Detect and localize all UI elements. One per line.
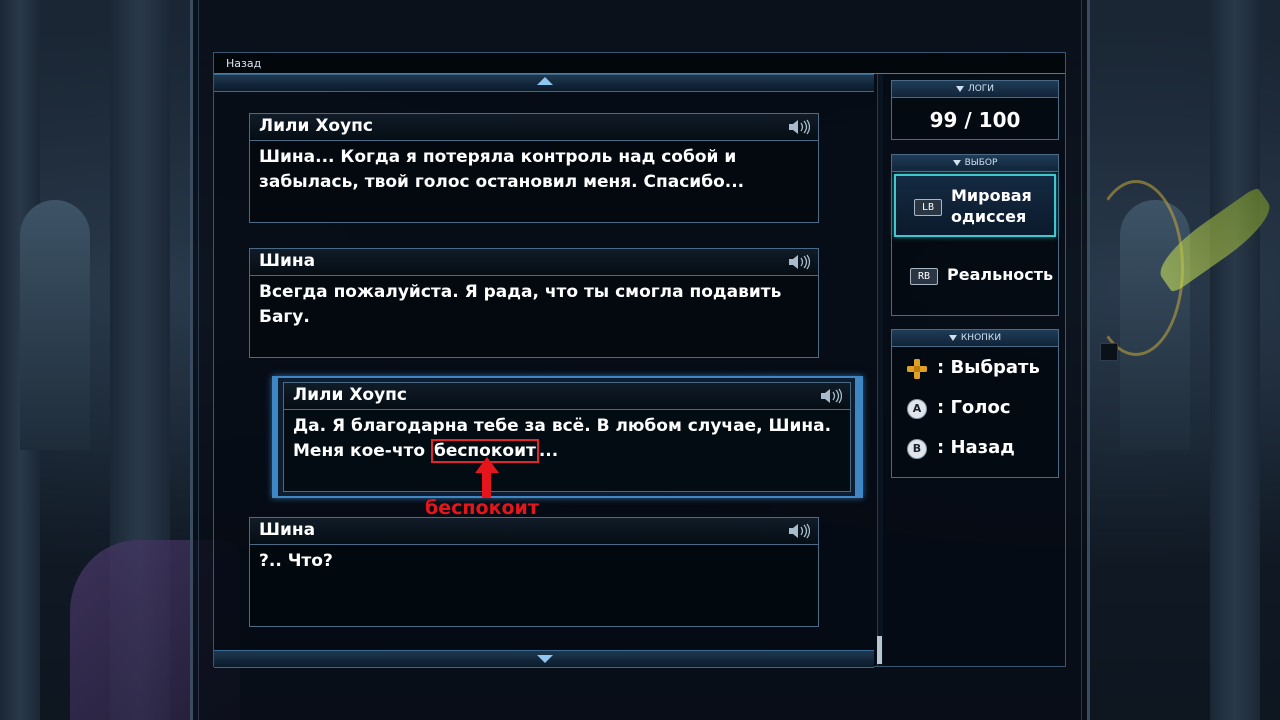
choices-header: ВЫБОР xyxy=(892,155,1058,172)
voice-speaker-icon[interactable] xyxy=(788,119,810,135)
scrollbar-thumb[interactable] xyxy=(877,636,882,664)
control-voice: A : Голос xyxy=(892,389,1058,429)
background-square xyxy=(1100,343,1118,361)
choices-box: ВЫБОР LB Мировая одиссея RB Реальность xyxy=(891,154,1059,316)
logs-box: ЛОГИ 99 / 100 xyxy=(891,80,1059,140)
background-window xyxy=(20,200,90,450)
selected-frame-edge xyxy=(855,376,863,498)
controls-header: КНОПКИ xyxy=(892,330,1058,347)
lb-button-icon: LB xyxy=(914,199,942,216)
a-button-icon: A xyxy=(907,399,927,419)
speaker-name: Шина xyxy=(259,520,316,540)
logs-count: 99 / 100 xyxy=(929,108,1021,132)
triangle-down-icon xyxy=(952,159,961,166)
arrow-up-icon[interactable] xyxy=(537,77,553,85)
dialogue-line: ?.. Что? xyxy=(259,551,333,571)
control-label: : Выбрать xyxy=(937,357,1040,378)
selected-frame-edge xyxy=(272,376,278,498)
controls-box: КНОПКИ : Выбрать A : Голос B : Назад xyxy=(891,329,1059,478)
logs-header: ЛОГИ xyxy=(892,81,1058,98)
dialogue-line: Всегда пожалуйста. Я рада, что ты смогла… xyxy=(259,282,782,302)
control-label: : Голос xyxy=(937,397,1011,418)
voice-speaker-icon[interactable] xyxy=(788,523,810,539)
log-entry[interactable]: Шина Всегда пожалуйста. Я рада, что ты с… xyxy=(249,248,819,358)
speaker-name: Лили Хоупс xyxy=(293,385,408,405)
annotation-label: беспокоит xyxy=(425,497,539,519)
choice-reality[interactable]: RB Реальность xyxy=(892,239,1058,304)
speaker-name: Шина xyxy=(259,251,316,271)
dialogue-fragment: ... xyxy=(538,441,559,461)
dialogue-text: Шина... Когда я потеряла контроль над со… xyxy=(250,141,818,199)
choice-label: Реальность xyxy=(947,265,1054,284)
log-entry-selected[interactable]: Лили Хоупс Да. Я благодарна тебе за всё.… xyxy=(283,382,851,492)
logs-title: ЛОГИ xyxy=(967,84,995,94)
speaker-name: Лили Хоупс xyxy=(259,116,374,136)
speaker-bar: Шина xyxy=(250,518,818,545)
speaker-bar: Шина xyxy=(250,249,818,276)
dialogue-text: Да. Я благодарна тебе за всё. В любом сл… xyxy=(284,410,850,468)
voice-speaker-icon[interactable] xyxy=(788,254,810,270)
control-label: : Назад xyxy=(937,437,1015,458)
b-button-icon: B xyxy=(907,439,927,459)
dialogue-line: Меня кое-что беспокоит... xyxy=(293,439,841,464)
dialogue-line: забылась, твой голос остановил меня. Спа… xyxy=(259,172,745,192)
choice-label-line: Мировая xyxy=(951,186,1032,205)
triangle-down-icon xyxy=(948,334,957,341)
dialogue-text: ?.. Что? xyxy=(250,545,818,578)
log-entry[interactable]: Шина ?.. Что? xyxy=(249,517,819,627)
dialogue-line: Шина... Когда я потеряла контроль над со… xyxy=(259,147,737,167)
log-entry[interactable]: Лили Хоупс Шина... Когда я потеряла конт… xyxy=(249,113,819,223)
speaker-bar: Лили Хоупс xyxy=(284,383,850,410)
triangle-down-icon xyxy=(955,85,964,92)
rb-button-icon: RB xyxy=(910,268,938,285)
choice-world-odyssey[interactable]: LB Мировая одиссея xyxy=(894,174,1056,237)
dialogue-text: Всегда пожалуйста. Я рада, что ты смогла… xyxy=(250,276,818,334)
voice-speaker-icon[interactable] xyxy=(820,388,842,404)
dialogue-fragment: Меня кое-что xyxy=(293,441,431,461)
arrow-down-icon[interactable] xyxy=(537,655,553,663)
log-panel-header xyxy=(214,53,1065,74)
scrollbar-track[interactable] xyxy=(877,74,883,666)
dialogue-line: Багу. xyxy=(259,307,310,327)
back-title: Назад xyxy=(226,57,262,70)
controls-title: КНОПКИ xyxy=(960,333,1002,343)
control-select: : Выбрать xyxy=(892,349,1058,389)
control-back: B : Назад xyxy=(892,429,1058,469)
choice-label-line: одиссея xyxy=(951,207,1027,226)
annotation-arrow-stem xyxy=(482,470,491,498)
dpad-icon xyxy=(907,359,927,379)
choice-label: Мировая одиссея xyxy=(951,185,1032,227)
background-pillar xyxy=(1210,0,1260,720)
choices-title: ВЫБОР xyxy=(964,158,998,168)
dialogue-line: Да. Я благодарна тебе за всё. В любом сл… xyxy=(293,416,832,436)
speaker-bar: Лили Хоупс xyxy=(250,114,818,141)
